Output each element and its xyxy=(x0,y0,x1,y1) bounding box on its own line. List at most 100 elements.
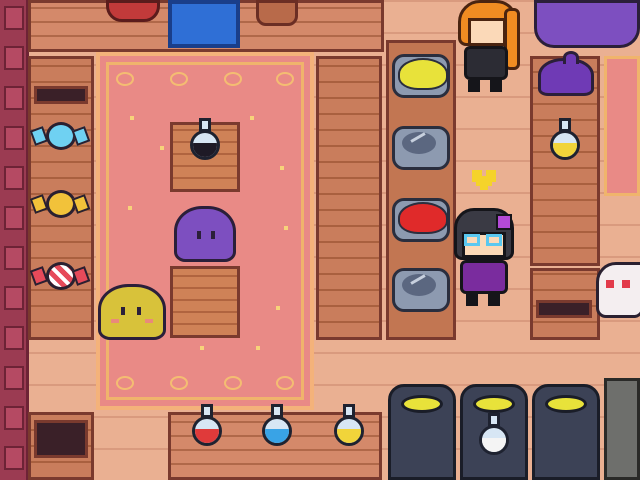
rug-pattern xyxy=(170,376,188,390)
rug-dot xyxy=(200,346,204,350)
machine-liquid xyxy=(545,395,587,413)
rug-pattern xyxy=(276,72,294,86)
shelf-sign xyxy=(536,300,592,318)
rug-dot xyxy=(130,116,134,120)
ghost-eye xyxy=(622,280,630,288)
wall-brick xyxy=(4,366,24,390)
rug-dot xyxy=(128,206,132,210)
middle-counter xyxy=(316,56,382,340)
wall-brick xyxy=(4,166,24,190)
jar-glass xyxy=(402,274,436,296)
wall-brick xyxy=(4,86,24,110)
red-potion[interactable] xyxy=(190,404,224,448)
purple-cushion[interactable] xyxy=(534,0,640,48)
wall-brick xyxy=(4,406,24,430)
cauldron-machine[interactable] xyxy=(532,384,600,480)
wall-brick xyxy=(4,206,24,230)
rug-pattern xyxy=(276,376,294,390)
wall-brick xyxy=(4,126,24,150)
red-striped-candy[interactable] xyxy=(29,260,91,292)
dark-haired-player[interactable] xyxy=(452,208,518,308)
white-ghost-creature[interactable] xyxy=(596,262,640,320)
slime-eye xyxy=(197,231,201,239)
potion-bulb xyxy=(479,425,509,455)
empty-jar[interactable] xyxy=(390,116,452,172)
potion-liquid xyxy=(195,428,219,443)
rug-pattern xyxy=(116,376,134,390)
glasses-lens xyxy=(464,234,480,246)
red-item-top[interactable] xyxy=(106,0,160,22)
rug-dot xyxy=(280,166,284,170)
slime-eye xyxy=(211,231,215,239)
character-leg xyxy=(488,294,500,306)
potion-liquid xyxy=(482,437,506,452)
character-leg xyxy=(490,80,502,92)
cauldron-machine[interactable] xyxy=(388,384,456,480)
rug-pattern xyxy=(116,72,134,86)
wall-brick xyxy=(4,446,24,470)
jar-glass xyxy=(402,132,436,154)
black-potion[interactable] xyxy=(188,118,222,162)
yellow-potion[interactable] xyxy=(332,404,366,448)
wall-brick xyxy=(4,286,24,310)
blue-potion[interactable] xyxy=(260,404,294,448)
machine-liquid xyxy=(401,395,443,413)
ghost-eye xyxy=(606,280,614,288)
yellow-slime-jar[interactable] xyxy=(390,44,452,100)
candy-ball xyxy=(46,122,76,150)
candy-wrapper xyxy=(71,126,91,146)
character-leg xyxy=(468,80,480,92)
candy-ball xyxy=(46,190,76,218)
potion-liquid xyxy=(193,142,217,157)
rug-dot xyxy=(284,226,288,230)
wall-brick xyxy=(4,246,24,270)
jar-content xyxy=(398,58,448,90)
right-rug-edge xyxy=(604,56,640,196)
red-slime-jar[interactable] xyxy=(390,188,452,244)
rug-dot xyxy=(256,346,260,350)
slime-blush xyxy=(145,319,153,323)
wall-brick xyxy=(4,46,24,70)
empty-jar[interactable] xyxy=(390,258,452,314)
glasses-lens xyxy=(486,234,502,246)
machine-liquid xyxy=(473,395,515,413)
rug-pattern xyxy=(170,72,188,86)
white-potion[interactable] xyxy=(477,413,511,457)
left-wall xyxy=(0,0,29,480)
candy-wrapper xyxy=(71,266,91,286)
potion-bulb xyxy=(334,416,364,446)
potion-bulb xyxy=(550,130,580,160)
purple-slime-small[interactable] xyxy=(538,51,594,96)
yellow-slime[interactable] xyxy=(98,284,166,340)
character-face xyxy=(468,18,506,46)
wall-brick xyxy=(4,326,24,350)
potion-liquid xyxy=(265,428,289,443)
hair-bow xyxy=(496,214,512,230)
rug-pattern xyxy=(224,72,242,86)
rug-dot xyxy=(250,116,254,120)
shelf-sign xyxy=(34,420,88,458)
game-scene[interactable] xyxy=(0,0,640,480)
jar-content xyxy=(398,202,448,234)
orange-haired-girl[interactable] xyxy=(454,0,524,96)
blue-candy[interactable] xyxy=(29,120,91,152)
potion-liquid xyxy=(337,428,361,443)
pedestal-bottom xyxy=(170,266,240,338)
character-body xyxy=(464,46,508,80)
ghost-body xyxy=(596,262,640,318)
heart-icon xyxy=(470,168,498,190)
smoking-machine[interactable] xyxy=(604,378,640,480)
character-body xyxy=(460,260,508,294)
candy-wrapper xyxy=(71,194,91,214)
yellow-candy[interactable] xyxy=(29,188,91,220)
cauldron-machine[interactable] xyxy=(460,384,528,480)
wooden-barrel[interactable] xyxy=(256,0,298,26)
rug-dot xyxy=(276,306,280,310)
shelf-sign xyxy=(34,86,88,104)
purple-slime[interactable] xyxy=(174,206,236,262)
wall-brick xyxy=(4,6,24,30)
blue-doorway[interactable] xyxy=(168,0,240,48)
yellow-potion[interactable] xyxy=(548,118,582,162)
rug-dot xyxy=(160,146,164,150)
slime-eye xyxy=(121,307,125,315)
